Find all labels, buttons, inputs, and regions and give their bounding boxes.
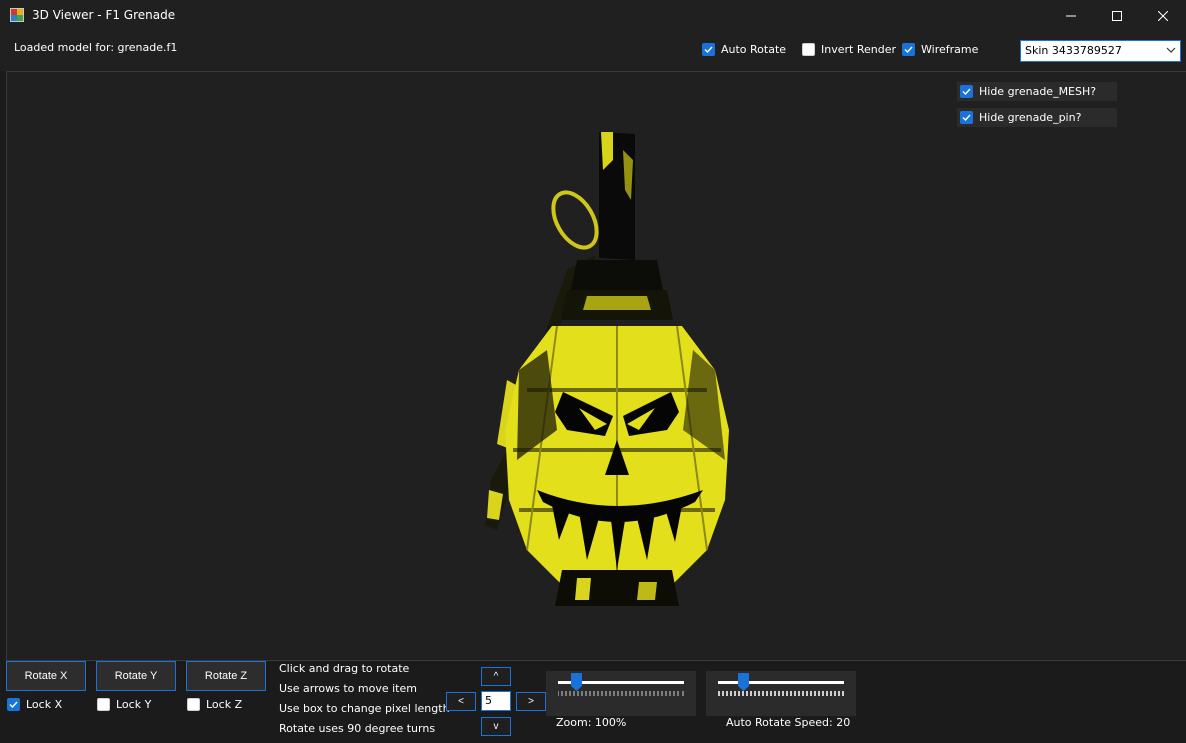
move-up-button[interactable]: ^: [481, 667, 511, 686]
close-icon: [1158, 10, 1168, 21]
hide-pin-label: Hide grenade_pin?: [979, 111, 1082, 124]
auto-rotate-speed-slider[interactable]: [706, 671, 856, 716]
app-icon: [10, 8, 24, 22]
checkbox-unchecked-icon: [802, 43, 815, 56]
move-down-button[interactable]: v: [481, 717, 511, 736]
lock-x-label: Lock X: [26, 698, 63, 711]
3d-viewport[interactable]: Hide grenade_MESH? Hide grenade_pin?: [6, 71, 1186, 661]
minimize-button[interactable]: [1048, 0, 1094, 31]
loaded-model-label: Loaded model for: grenade.f1: [14, 41, 178, 54]
lock-z-checkbox[interactable]: Lock Z: [187, 698, 242, 711]
hide-mesh-checkbox[interactable]: Hide grenade_MESH?: [957, 82, 1117, 101]
chevron-down-icon: [1166, 47, 1176, 53]
wireframe-label: Wireframe: [921, 43, 979, 56]
zoom-label: Zoom: 100%: [556, 716, 627, 729]
auto-rotate-label: Auto Rotate: [721, 43, 787, 56]
checkbox-checked-icon: [960, 111, 973, 124]
hide-mesh-label: Hide grenade_MESH?: [979, 85, 1097, 98]
pixel-length-input[interactable]: 5: [481, 691, 511, 711]
zoom-slider[interactable]: [546, 671, 696, 716]
auto-rotate-speed-label: Auto Rotate Speed: 20: [726, 716, 851, 729]
lock-y-label: Lock Y: [116, 698, 152, 711]
rotate-y-button[interactable]: Rotate Y: [96, 661, 176, 691]
lock-x-checkbox[interactable]: Lock X: [7, 698, 62, 711]
checkbox-checked-icon: [902, 43, 915, 56]
skin-select[interactable]: Skin 3433789527: [1020, 40, 1181, 62]
hint-arrows-move: Use arrows to move item: [279, 682, 417, 695]
window-title: 3D Viewer - F1 Grenade: [32, 8, 176, 22]
hint-pixel-length: Use box to change pixel length: [279, 702, 450, 715]
speed-slider-thumb[interactable]: [737, 673, 749, 691]
minimize-icon: [1066, 15, 1076, 16]
auto-rotate-checkbox[interactable]: Auto Rotate: [702, 43, 786, 56]
move-left-button[interactable]: <: [446, 692, 476, 711]
hint-rotate-turns: Rotate uses 90 degree turns: [279, 722, 436, 735]
checkbox-unchecked-icon: [187, 698, 200, 711]
checkbox-checked-icon: [960, 85, 973, 98]
bottom-controls: Rotate X Rotate Y Rotate Z Lock X Lock Y…: [0, 661, 1186, 743]
rotate-x-button[interactable]: Rotate X: [6, 661, 86, 691]
invert-render-checkbox[interactable]: Invert Render: [802, 43, 896, 56]
close-button[interactable]: [1140, 0, 1186, 31]
zoom-slider-thumb[interactable]: [571, 673, 583, 691]
skin-select-value: Skin 3433789527: [1025, 44, 1122, 57]
lock-z-label: Lock Z: [206, 698, 243, 711]
checkbox-checked-icon: [702, 43, 715, 56]
hide-pin-checkbox[interactable]: Hide grenade_pin?: [957, 108, 1117, 127]
rotate-z-button[interactable]: Rotate Z: [186, 661, 266, 691]
title-bar: 3D Viewer - F1 Grenade: [0, 0, 1186, 31]
hint-drag-rotate: Click and drag to rotate: [279, 662, 410, 675]
maximize-icon: [1112, 10, 1122, 21]
zoom-slider-ticks: [558, 691, 684, 696]
move-right-button[interactable]: >: [516, 692, 546, 711]
checkbox-unchecked-icon: [97, 698, 110, 711]
wireframe-checkbox[interactable]: Wireframe: [902, 43, 978, 56]
lock-y-checkbox[interactable]: Lock Y: [97, 698, 151, 711]
maximize-button[interactable]: [1094, 0, 1140, 31]
invert-render-label: Invert Render: [821, 43, 896, 56]
grenade-model[interactable]: [467, 130, 737, 610]
top-controls: Loaded model for: grenade.f1 Auto Rotate…: [0, 31, 1186, 71]
checkbox-checked-icon: [7, 698, 20, 711]
speed-slider-ticks: [718, 691, 844, 696]
